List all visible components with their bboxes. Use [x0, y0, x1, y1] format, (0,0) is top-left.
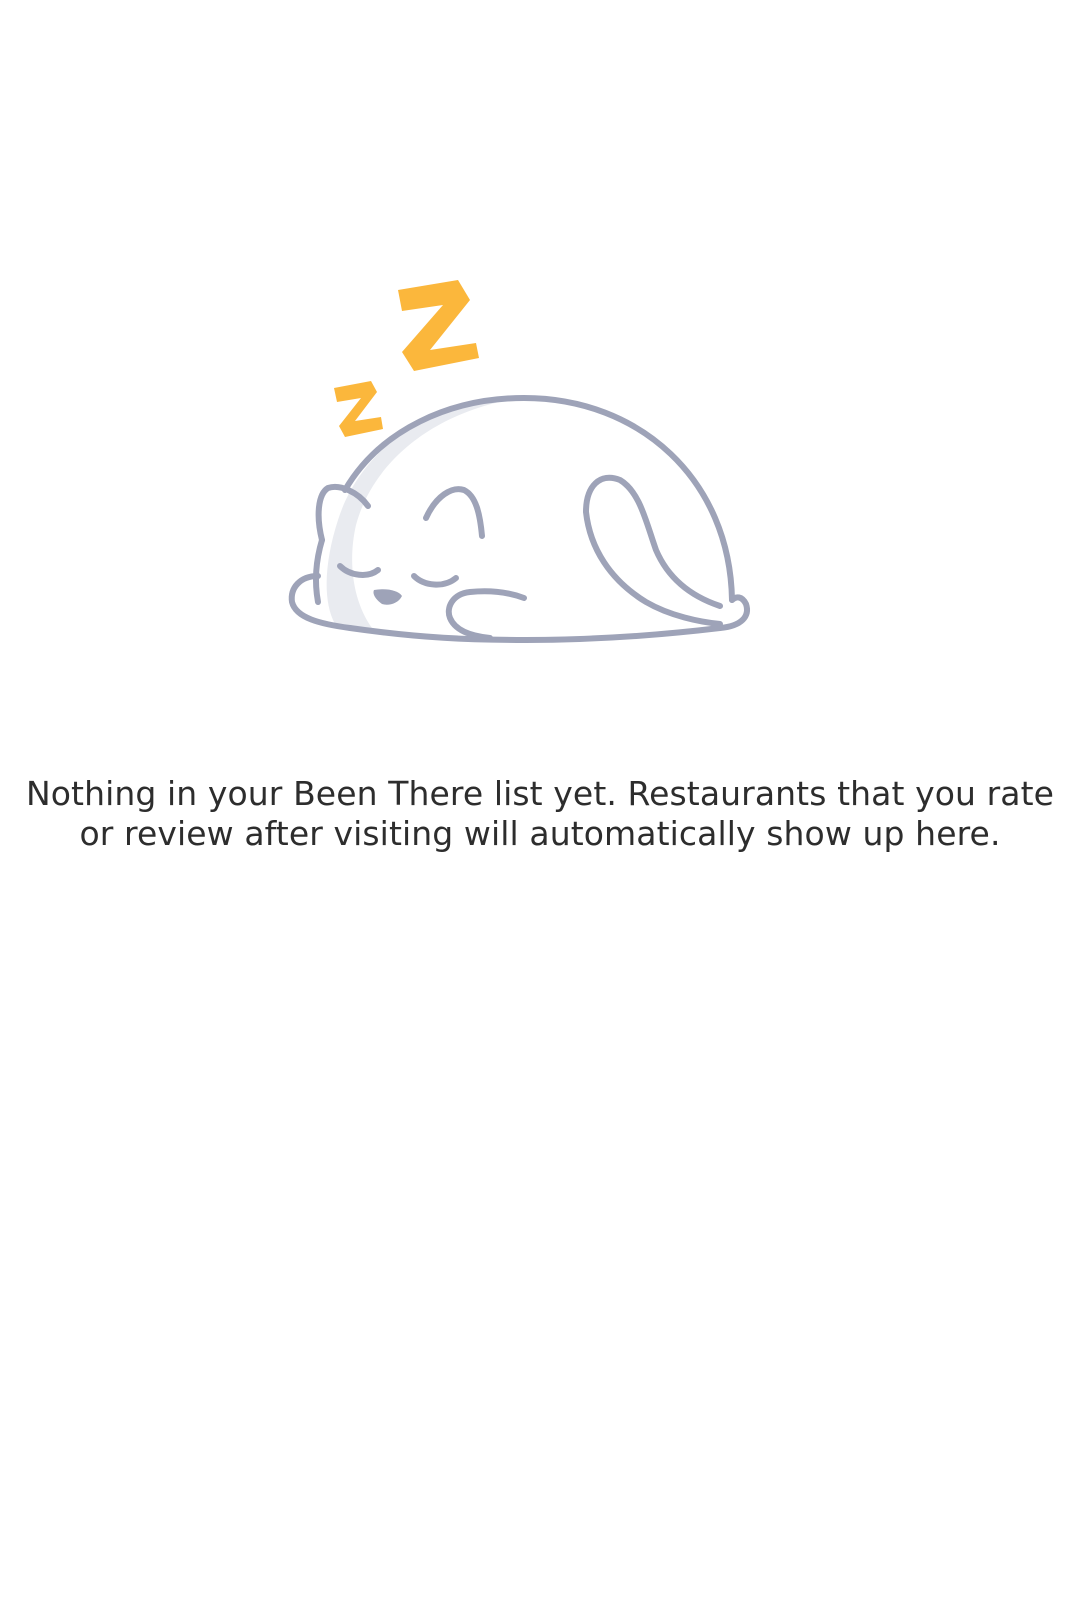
empty-state-screen: Nothing in your Been There list yet. Res… [0, 0, 1080, 1598]
empty-state-message: Nothing in your Been There list yet. Res… [25, 774, 1055, 853]
nose-icon [373, 589, 402, 605]
sleeping-cat-illustration [280, 270, 780, 670]
cat-outline [288, 395, 750, 643]
